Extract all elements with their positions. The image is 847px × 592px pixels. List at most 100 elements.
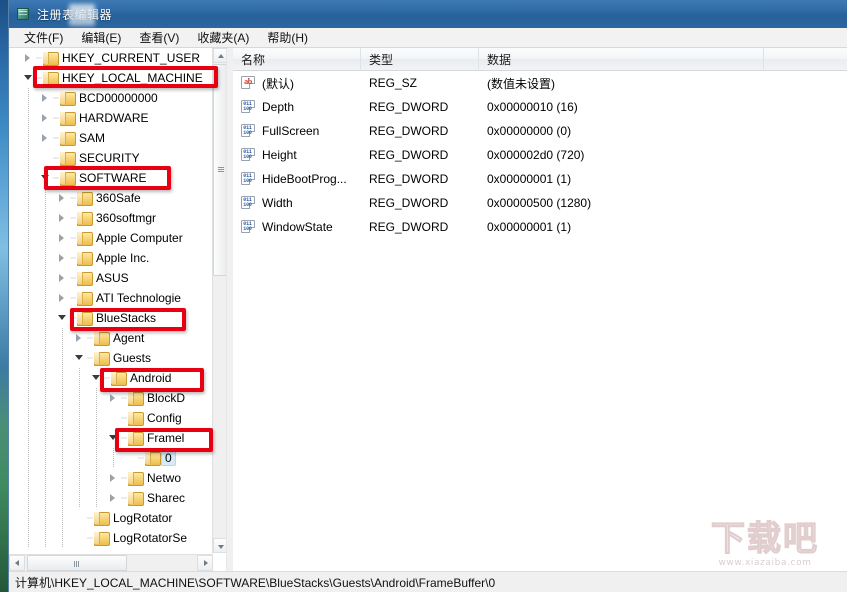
tree-node[interactable]: ASUS <box>9 268 213 288</box>
title-bar: 注册表编辑器 <box>9 0 847 28</box>
tree-node[interactable]: 0 <box>9 448 213 468</box>
tree-vertical-scrollbar[interactable] <box>212 48 226 553</box>
tree-node-label: Guests <box>113 351 152 365</box>
column-header-type[interactable]: 类型 <box>361 47 479 71</box>
tree-node[interactable]: SECURITY <box>9 148 213 168</box>
folder-icon <box>127 431 144 446</box>
tree-guide-line <box>45 308 46 328</box>
menu-favorites[interactable]: 收藏夹(A) <box>188 29 258 47</box>
tree-node[interactable]: 360softmgr <box>9 208 213 228</box>
values-list[interactable]: ab (默认) REG_SZ (数值未设置) 011 100 Depth REG_DWORD 0… <box>233 71 847 239</box>
collapse-triangle-icon[interactable] <box>72 350 87 366</box>
tree-guide-line <box>28 228 29 248</box>
tree-node[interactable]: HKEY_LOCAL_MACHINE <box>9 68 213 88</box>
tree-node-label: 360Safe <box>96 191 141 205</box>
tree-guide-line <box>28 428 29 448</box>
registry-editor-icon <box>15 6 31 22</box>
scroll-right-arrow-icon[interactable] <box>197 555 213 571</box>
expand-triangle-icon[interactable] <box>106 470 121 486</box>
tree-node[interactable]: SOFTWARE <box>9 168 213 188</box>
tree-node[interactable]: SAM <box>9 128 213 148</box>
value-row[interactable]: 011 100 Depth REG_DWORD 0x00000010 (16) <box>233 95 847 119</box>
scroll-left-arrow-icon[interactable] <box>9 555 25 571</box>
collapse-triangle-icon[interactable] <box>106 430 121 446</box>
tree-vscroll-thumb[interactable] <box>213 64 226 276</box>
tree-node-label: BlueStacks <box>96 311 157 325</box>
tree-node[interactable]: HKEY_CURRENT_USER <box>9 48 213 68</box>
expand-triangle-icon[interactable] <box>55 290 70 306</box>
tree-node[interactable]: 360Safe <box>9 188 213 208</box>
tree-guide-line <box>28 128 29 148</box>
screen-root: 注册表编辑器 文件(F) 编辑(E) 查看(V) 收藏夹(A) 帮助(H) HK… <box>0 0 847 592</box>
tree-node[interactable]: ATI Technologie <box>9 288 213 308</box>
value-type-cell: REG_DWORD <box>369 124 449 138</box>
tree-node[interactable]: BlockD <box>9 388 213 408</box>
menu-view[interactable]: 查看(V) <box>130 29 188 47</box>
tree-node[interactable]: Netwo <box>9 468 213 488</box>
collapse-triangle-icon[interactable] <box>21 70 36 86</box>
tree-guide-line <box>45 528 46 548</box>
tree-node-label: Framel <box>147 431 185 445</box>
collapse-triangle-icon[interactable] <box>55 310 70 326</box>
tree-node[interactable]: BlueStacks <box>9 308 213 328</box>
expand-triangle-icon[interactable] <box>106 390 121 406</box>
value-row[interactable]: 011 100 HideBootProg... REG_DWORD 0x00000001… <box>233 167 847 191</box>
expand-triangle-icon[interactable] <box>38 130 53 146</box>
expand-triangle-icon[interactable] <box>55 230 70 246</box>
tree-node[interactable]: Apple Computer <box>9 228 213 248</box>
tree-horizontal-scrollbar[interactable] <box>9 554 213 571</box>
tree-node[interactable]: Sharec <box>9 488 213 508</box>
menu-help[interactable]: 帮助(H) <box>258 29 317 47</box>
tree-node[interactable]: Agent <box>9 328 213 348</box>
tree-hscroll-thumb[interactable] <box>27 555 127 571</box>
expand-triangle-icon[interactable] <box>55 250 70 266</box>
tree-node[interactable]: HARDWARE <box>9 108 213 128</box>
value-row[interactable]: 011 100 FullScreen REG_DWORD 0x00000000 (0) <box>233 119 847 143</box>
tree-guide-line <box>45 288 46 308</box>
tree-node-label: HARDWARE <box>79 111 149 125</box>
tree-guide-line <box>45 508 46 528</box>
tree-node[interactable]: LogRotator <box>9 508 213 528</box>
value-row[interactable]: 011 100 Height REG_DWORD 0x000002d0 (720) <box>233 143 847 167</box>
column-header-name[interactable]: 名称 <box>233 47 361 71</box>
expand-triangle-icon[interactable] <box>55 190 70 206</box>
expand-triangle-icon[interactable] <box>72 330 87 346</box>
expand-triangle-icon[interactable] <box>38 90 53 106</box>
expand-triangle-icon[interactable] <box>55 270 70 286</box>
scroll-down-arrow-icon[interactable] <box>213 538 226 553</box>
menu-file[interactable]: 文件(F) <box>15 29 72 47</box>
tree-guide-line <box>45 248 46 268</box>
expand-triangle-icon[interactable] <box>55 210 70 226</box>
value-row[interactable]: ab (默认) REG_SZ (数值未设置) <box>233 71 847 95</box>
column-header-data[interactable]: 数据 <box>479 47 764 71</box>
expand-triangle-icon[interactable] <box>21 50 36 66</box>
tree-node[interactable]: BCD00000000 <box>9 88 213 108</box>
tree-node[interactable]: Apple Inc. <box>9 248 213 268</box>
expand-triangle-icon[interactable] <box>38 110 53 126</box>
folder-icon <box>42 71 59 86</box>
value-row[interactable]: 011 100 Width REG_DWORD 0x00000500 (1280) <box>233 191 847 215</box>
scroll-up-arrow-icon[interactable] <box>213 48 226 63</box>
menu-bar: 文件(F) 编辑(E) 查看(V) 收藏夹(A) 帮助(H) <box>9 28 847 48</box>
collapse-triangle-icon[interactable] <box>38 170 53 186</box>
tree-node[interactable]: Android <box>9 368 213 388</box>
value-name-text: FullScreen <box>262 124 320 138</box>
tree-node[interactable]: Config <box>9 408 213 428</box>
expand-triangle-icon[interactable] <box>106 490 121 506</box>
column-header-spacer <box>764 48 847 71</box>
value-row[interactable]: 011 100 WindowState REG_DWORD 0x00000001 (1) <box>233 215 847 239</box>
folder-icon <box>76 271 93 286</box>
tree-node[interactable]: Guests <box>9 348 213 368</box>
registry-editor-window: 注册表编辑器 文件(F) 编辑(E) 查看(V) 收藏夹(A) 帮助(H) HK… <box>8 0 847 592</box>
tree-guide-line <box>79 388 80 408</box>
registry-tree[interactable]: HKEY_CURRENT_USER HKEY_LOCAL_MACHINE BCD00… <box>9 48 213 553</box>
folder-icon <box>93 511 110 526</box>
value-name-cell: 011 100 HideBootProg... <box>233 172 361 186</box>
collapse-triangle-icon[interactable] <box>89 370 104 386</box>
folder-icon <box>76 231 93 246</box>
tree-node[interactable]: Framel <box>9 428 213 448</box>
tree-node[interactable]: LogRotatorSe <box>9 528 213 548</box>
menu-edit[interactable]: 编辑(E) <box>72 29 130 47</box>
tree-guide-line <box>79 428 80 448</box>
